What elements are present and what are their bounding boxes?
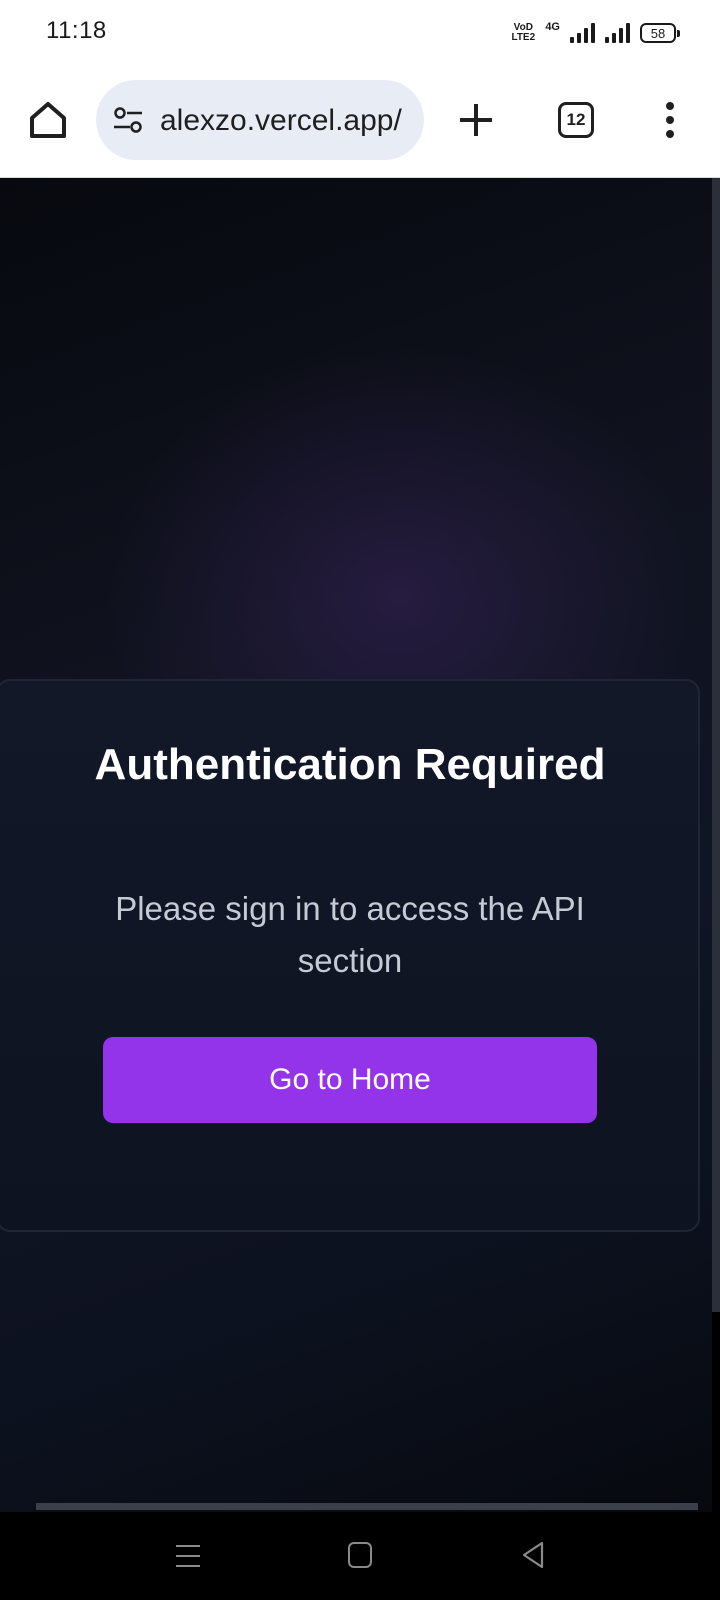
tab-switcher-icon[interactable]: 12 — [558, 102, 594, 138]
horizontal-scrollbar[interactable] — [36, 1503, 698, 1510]
auth-message: Please sign in to access the API section — [115, 890, 585, 979]
auth-card: Authentication Required Please sign in t… — [0, 679, 700, 1232]
recents-icon[interactable] — [176, 1542, 200, 1570]
battery-icon: 58 — [640, 23, 680, 43]
auth-title: Authentication Required — [94, 740, 606, 789]
page-content: Authentication Required Please sign in t… — [0, 178, 712, 1512]
status-time: 11:18 — [46, 17, 107, 44]
volte-icon: VoD LTE2 — [511, 22, 536, 43]
go-to-home-button[interactable]: Go to Home — [103, 1037, 597, 1123]
signal-strength-icon-1 — [570, 23, 595, 43]
url-text[interactable]: alexzo.vercel.app/ — [160, 104, 402, 138]
site-settings-icon[interactable] — [112, 106, 144, 134]
home-icon[interactable] — [26, 98, 70, 142]
signal-strength-icon-2 — [605, 23, 630, 43]
network-type-label: 4G — [545, 21, 560, 33]
status-bar: 11:18 VoD LTE2 4G 58 — [0, 0, 720, 62]
back-icon[interactable] — [520, 1540, 546, 1570]
more-menu-icon[interactable] — [658, 98, 682, 142]
browser-toolbar: alexzo.vercel.app/ 12 — [0, 62, 720, 178]
vertical-scrollbar[interactable] — [712, 178, 720, 1312]
screen: 11:18 VoD LTE2 4G 58 alexzo.vercel.app/ … — [0, 0, 720, 1600]
address-bar[interactable]: alexzo.vercel.app/ — [96, 80, 424, 160]
new-tab-icon[interactable] — [456, 98, 496, 142]
system-nav-bar — [0, 1512, 720, 1600]
home-icon[interactable] — [348, 1542, 372, 1568]
status-icons: VoD LTE2 4G 58 — [511, 20, 680, 46]
